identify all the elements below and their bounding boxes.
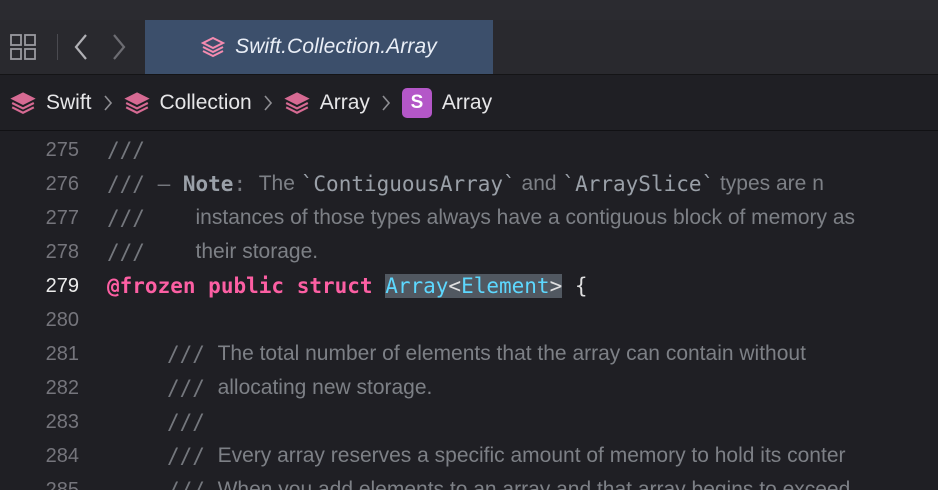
grid-view-button[interactable] bbox=[8, 30, 38, 64]
toolbar-divider bbox=[57, 34, 58, 60]
tab-swift-collection-array[interactable]: Swift.Collection.Array bbox=[145, 20, 493, 74]
line-number: 284 bbox=[45, 444, 79, 467]
tab-bar: Swift.Collection.Array bbox=[0, 20, 938, 75]
doc-text: types are n bbox=[714, 172, 824, 195]
doc-text: their storage. bbox=[195, 240, 319, 263]
struct-declaration: @frozen public struct Array<Element> { bbox=[107, 274, 588, 298]
chevron-right-icon bbox=[264, 94, 272, 112]
line-number: 276 bbox=[45, 172, 79, 195]
breadcrumb-item-array-extension[interactable]: Array bbox=[284, 91, 370, 115]
open-brace: { bbox=[562, 274, 588, 298]
line-number: 282 bbox=[45, 376, 79, 399]
chevron-right-icon bbox=[103, 94, 112, 112]
line-number: 275 bbox=[45, 138, 79, 161]
line-number: 277 bbox=[45, 206, 79, 229]
line-number: 279 bbox=[45, 274, 79, 297]
generic-open: < bbox=[448, 274, 462, 298]
forward-button[interactable] bbox=[104, 30, 134, 64]
doc-text: Every array reserves a specific amount o… bbox=[217, 444, 846, 467]
generic-close: > bbox=[549, 274, 563, 298]
doc-comment: /// The total number of elements that th… bbox=[167, 342, 806, 366]
keyword-struct: struct bbox=[296, 274, 373, 298]
struct-badge-icon: S bbox=[401, 87, 432, 118]
code-line: 284 /// Every array reserves a specific … bbox=[0, 439, 938, 473]
tab-title: Swift.Collection.Array bbox=[235, 35, 437, 58]
code-line: 276 /// – Note: The `ContiguousArray` an… bbox=[0, 167, 938, 201]
comment-marker: /// bbox=[167, 444, 218, 468]
code-line: 275 /// bbox=[0, 133, 938, 167]
line-number: 281 bbox=[45, 342, 79, 365]
code-line: 280 bbox=[0, 303, 938, 337]
doc-text: and bbox=[515, 172, 563, 195]
selected-symbol[interactable]: Array<Element> bbox=[385, 274, 563, 298]
comment-marker: /// bbox=[107, 138, 145, 162]
grid-icon bbox=[10, 34, 36, 60]
breadcrumb-item-collection[interactable]: Collection bbox=[123, 90, 252, 115]
attribute-frozen: @frozen bbox=[107, 274, 196, 298]
stack-icon bbox=[10, 91, 36, 115]
line-number: 283 bbox=[45, 410, 79, 433]
comment-marker: /// bbox=[167, 410, 205, 434]
doc-text: The bbox=[258, 172, 301, 195]
code-line: 281 /// The total number of elements tha… bbox=[0, 337, 938, 371]
breadcrumb-item-array-struct[interactable]: S Array bbox=[401, 87, 493, 118]
code-line: 285 /// When you add elements to an arra… bbox=[0, 473, 938, 490]
breadcrumb: Swift Collection Array S Array bbox=[0, 75, 938, 131]
chevron-left-icon bbox=[74, 34, 87, 60]
comment-marker: /// bbox=[107, 240, 196, 264]
breadcrumb-label: Collection bbox=[159, 90, 252, 114]
note-keyword: Note bbox=[182, 172, 234, 196]
breadcrumb-label: Swift bbox=[46, 90, 92, 114]
code-line: 282 /// allocating new storage. bbox=[0, 371, 938, 405]
chevron-right-icon bbox=[113, 34, 126, 60]
chevron-right-icon bbox=[382, 94, 390, 112]
code-line: 277 /// instances of those types always … bbox=[0, 201, 938, 235]
doc-comment: /// allocating new storage. bbox=[167, 376, 432, 400]
code-line-current: 279 @frozen public struct Array<Element>… bbox=[0, 269, 938, 303]
comment-marker: /// bbox=[167, 342, 218, 366]
doc-text: The total number of elements that the ar… bbox=[217, 342, 806, 365]
stack-icon bbox=[284, 91, 310, 115]
line-number: 280 bbox=[45, 308, 79, 331]
doc-text: When you add elements to an array and th… bbox=[217, 478, 851, 490]
doc-code-span: `ArraySlice` bbox=[562, 172, 715, 196]
back-button[interactable] bbox=[66, 30, 96, 64]
note-colon: : bbox=[233, 172, 259, 196]
breadcrumb-item-swift[interactable]: Swift bbox=[10, 91, 92, 115]
stack-icon bbox=[123, 91, 150, 115]
stack-icon bbox=[201, 36, 226, 58]
doc-text: instances of those types always have a c… bbox=[195, 206, 856, 229]
comment-marker: /// bbox=[167, 478, 218, 490]
keyword-public: public bbox=[208, 274, 285, 298]
code-line: 278 /// their storage. bbox=[0, 235, 938, 269]
doc-comment: /// instances of those types always have… bbox=[107, 206, 855, 230]
doc-code-span: `ContiguousArray` bbox=[300, 172, 516, 196]
type-name-array: Array bbox=[385, 274, 449, 298]
comment-marker: /// bbox=[167, 376, 218, 400]
doc-text: allocating new storage. bbox=[217, 376, 433, 399]
window-top-strip bbox=[0, 0, 938, 21]
line-number: 285 bbox=[45, 478, 79, 490]
code-line: 283 /// bbox=[0, 405, 938, 439]
comment-marker: /// – bbox=[107, 172, 183, 196]
doc-comment: /// Every array reserves a specific amou… bbox=[167, 444, 846, 468]
breadcrumb-label: Array bbox=[441, 90, 493, 114]
line-number: 278 bbox=[45, 240, 79, 263]
doc-comment: /// – Note: The `ContiguousArray` and `A… bbox=[107, 172, 824, 196]
breadcrumb-label: Array bbox=[319, 90, 370, 114]
type-name-element: Element bbox=[461, 274, 550, 298]
doc-comment: /// When you add elements to an array an… bbox=[167, 478, 850, 490]
code-editor[interactable]: 275 /// 276 /// – Note: The `ContiguousA… bbox=[0, 132, 938, 490]
doc-comment: /// their storage. bbox=[107, 240, 318, 264]
comment-marker: /// bbox=[107, 206, 196, 230]
